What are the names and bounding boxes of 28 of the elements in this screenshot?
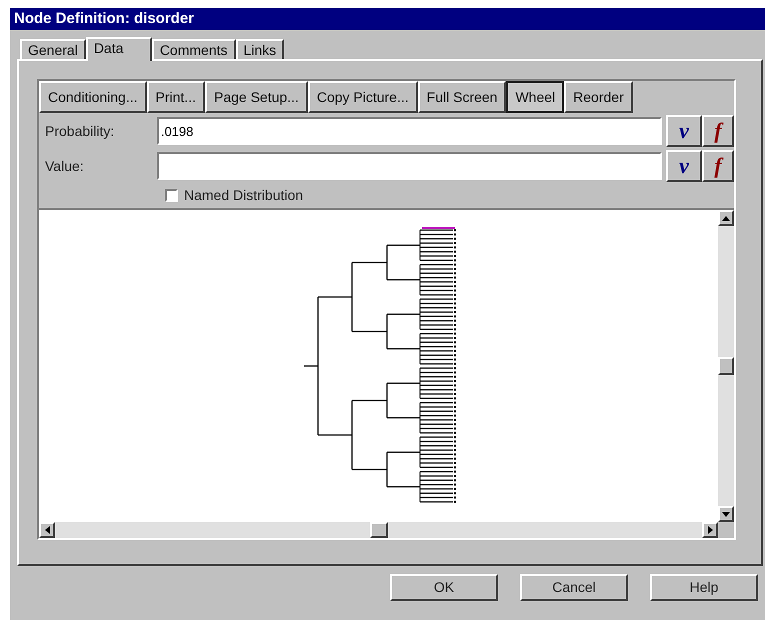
scroll-thumb[interactable] [370,522,388,538]
variable-button[interactable]: v [666,115,702,147]
tab[interactable]: Comments [152,39,236,59]
field-label: Probability: [44,122,116,141]
scroll-thumb[interactable] [718,357,734,375]
toolbar-button[interactable]: Copy Picture... [308,81,418,113]
function-button[interactable]: f [702,150,734,182]
tab[interactable]: Links [236,39,284,59]
toolbar-button[interactable]: Page Setup... [204,81,308,113]
toolbar-button[interactable]: Wheel [506,81,564,113]
tab[interactable]: Data [86,37,152,61]
vertical-scrollbar[interactable] [718,210,734,522]
dialog-button[interactable]: Help [650,574,758,601]
toolbar-button[interactable]: Reorder [564,81,633,113]
dialog-button[interactable]: OK [390,574,498,601]
function-button[interactable]: f [702,115,734,147]
checkbox[interactable] [165,188,178,202]
variable-button[interactable]: v [666,150,702,182]
field-label: Value: [44,156,85,176]
input-field[interactable] [156,152,662,180]
toolbar-button[interactable]: Print... [146,81,205,113]
window-title: Node Definition: disorder [10,8,765,30]
dialog-button[interactable]: Cancel [520,574,628,601]
checkbox-label: Named Distribution [184,186,304,204]
input-field[interactable]: .0198 [156,117,662,145]
toolbar-button[interactable]: Conditioning... [39,81,147,113]
toolbar-button[interactable]: Full Screen [418,81,506,113]
horizontal-scrollbar[interactable] [39,522,718,538]
